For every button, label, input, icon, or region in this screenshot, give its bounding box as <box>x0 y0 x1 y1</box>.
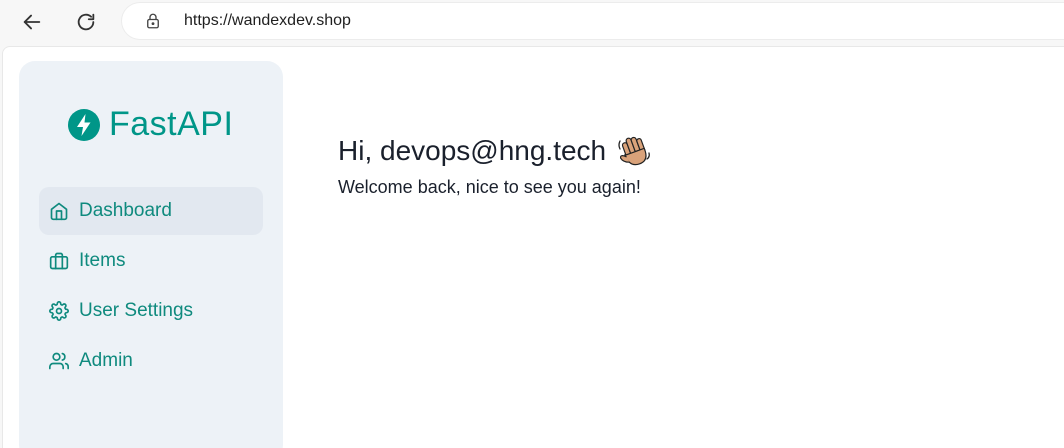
sidebar-item-label: Admin <box>79 350 133 371</box>
sidebar-item-user-settings[interactable]: User Settings <box>39 287 263 335</box>
home-icon <box>49 201 69 221</box>
sidebar-item-admin[interactable]: Admin <box>39 337 263 385</box>
page-viewport: FastAPI Dashboard Items User Settings Ad… <box>0 44 1064 448</box>
fastapi-bolt-icon <box>68 108 100 141</box>
reload-icon <box>77 13 95 31</box>
main-content: Hi, devops@hng.tech Welcome back, nice t… <box>300 47 1064 448</box>
greeting-row: Hi, devops@hng.tech <box>338 133 652 169</box>
arrow-left-icon <box>23 14 41 30</box>
sidebar-item-label: Items <box>79 250 126 271</box>
address-bar[interactable]: https://wandexdev.shop <box>122 3 1064 39</box>
app-container: FastAPI Dashboard Items User Settings Ad… <box>2 46 1064 448</box>
url-text[interactable]: https://wandexdev.shop <box>184 12 351 30</box>
sidebar-item-label: Dashboard <box>79 200 172 221</box>
users-icon <box>49 351 69 371</box>
sidebar-item-label: User Settings <box>79 300 194 321</box>
sidebar: FastAPI Dashboard Items User Settings Ad… <box>19 61 283 448</box>
waving-hand-icon <box>618 136 651 166</box>
lock-icon[interactable] <box>144 12 162 30</box>
browser-toolbar: https://wandexdev.shop <box>0 0 1064 44</box>
logo[interactable]: FastAPI <box>67 105 233 144</box>
sidebar-item-items[interactable]: Items <box>39 237 263 285</box>
page-title: Hi, devops@hng.tech <box>338 135 607 166</box>
briefcase-icon <box>49 251 69 271</box>
logo-text: FastAPI <box>109 105 234 143</box>
welcome-subtitle: Welcome back, nice to see you again! <box>338 177 641 197</box>
back-button[interactable] <box>16 6 48 38</box>
reload-button[interactable] <box>70 6 102 38</box>
sidebar-item-dashboard[interactable]: Dashboard <box>39 187 263 235</box>
gear-icon <box>49 301 69 321</box>
